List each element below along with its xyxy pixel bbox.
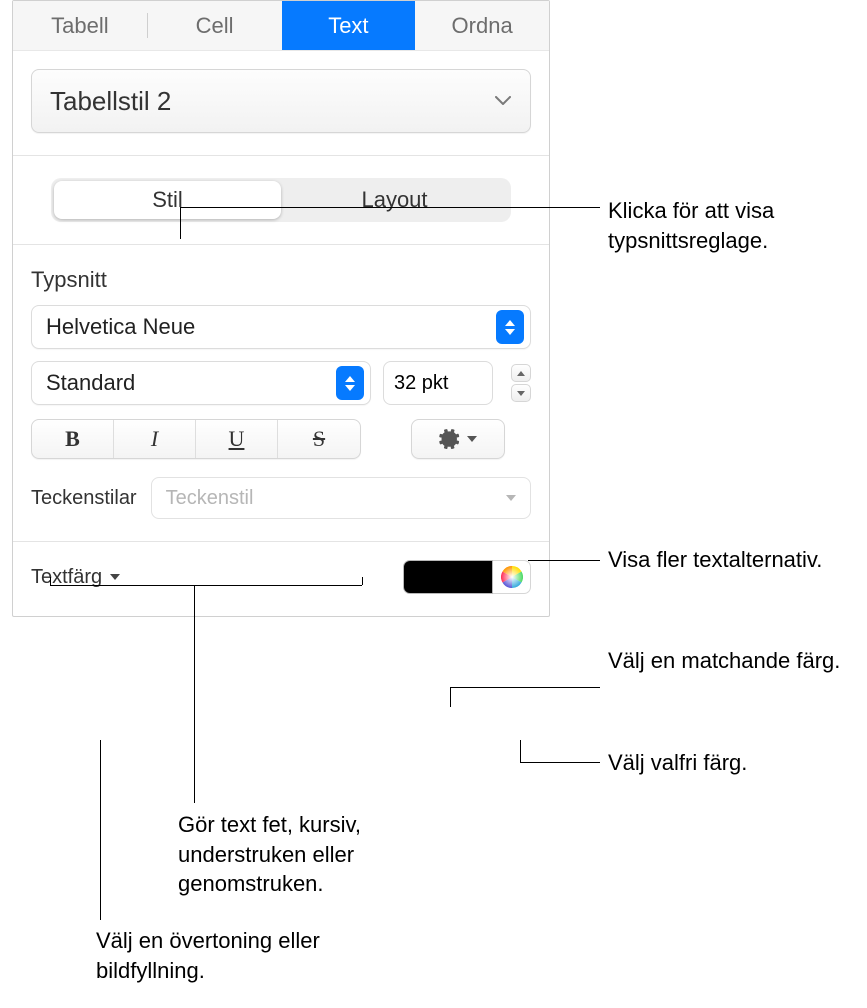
select-stepper-icon	[496, 310, 524, 344]
tab-text[interactable]: Text	[282, 1, 416, 50]
callout-font-controls: Klicka för att visa typsnittsreglage.	[608, 196, 858, 255]
text-color-swatch[interactable]	[403, 560, 493, 594]
callout-bius: Gör text fet, kursiv, understruken eller…	[178, 810, 478, 899]
font-size-up-button[interactable]	[511, 364, 531, 382]
strikethrough-button[interactable]: S	[278, 420, 360, 458]
divider	[13, 155, 549, 156]
font-size-field[interactable]: 32 pkt	[383, 361, 493, 405]
chevron-down-icon	[494, 92, 512, 110]
chevron-down-icon	[110, 574, 120, 580]
italic-button[interactable]: I	[114, 420, 196, 458]
character-style-select[interactable]: Teckenstil	[151, 477, 531, 519]
segment-layout[interactable]: Layout	[281, 181, 508, 219]
gear-icon	[439, 428, 461, 450]
callout-any-color: Välj valfri färg.	[608, 748, 858, 778]
format-inspector-panel: Tabell Cell Text Ordna Tabellstil 2 Stil…	[12, 0, 550, 617]
font-family-value: Helvetica Neue	[46, 314, 496, 340]
font-weight-value: Standard	[46, 370, 336, 396]
color-wheel-button[interactable]	[493, 560, 531, 594]
tab-cell[interactable]: Cell	[148, 1, 282, 50]
more-text-options-button[interactable]	[411, 419, 505, 459]
style-layout-segmented: Stil Layout	[51, 178, 511, 222]
color-wheel-icon	[501, 566, 523, 588]
select-stepper-icon	[336, 366, 364, 400]
tab-table[interactable]: Tabell	[13, 1, 147, 50]
divider	[13, 244, 549, 245]
callout-match-color: Välj en matchande färg.	[608, 646, 858, 676]
underline-button[interactable]: U	[196, 420, 278, 458]
paragraph-style-label: Tabellstil 2	[50, 86, 171, 117]
font-family-select[interactable]: Helvetica Neue	[31, 305, 531, 349]
chevron-down-icon	[506, 495, 516, 501]
paragraph-style-select[interactable]: Tabellstil 2	[31, 69, 531, 133]
callout-gradient: Välj en övertoning eller bildfyllning.	[96, 926, 396, 985]
bold-button[interactable]: B	[32, 420, 114, 458]
divider	[13, 541, 549, 542]
character-style-placeholder: Teckenstil	[166, 487, 506, 510]
font-size-value: 32 pkt	[394, 372, 448, 395]
segment-style[interactable]: Stil	[54, 181, 281, 219]
chevron-down-icon	[467, 436, 477, 442]
text-color-controls	[403, 560, 531, 594]
panel-body: Tabellstil 2 Stil Layout Typsnitt Helvet…	[13, 51, 549, 616]
text-style-group: B I U S	[31, 419, 361, 459]
font-size-down-button[interactable]	[511, 384, 531, 402]
callout-more-text: Visa fler textalternativ.	[608, 545, 858, 575]
inspector-tab-bar: Tabell Cell Text Ordna	[13, 1, 549, 51]
font-section-label: Typsnitt	[31, 267, 531, 293]
font-weight-select[interactable]: Standard	[31, 361, 371, 405]
tab-arrange[interactable]: Ordna	[415, 1, 549, 50]
character-styles-label: Teckenstilar	[31, 487, 137, 510]
font-size-stepper	[511, 361, 531, 405]
